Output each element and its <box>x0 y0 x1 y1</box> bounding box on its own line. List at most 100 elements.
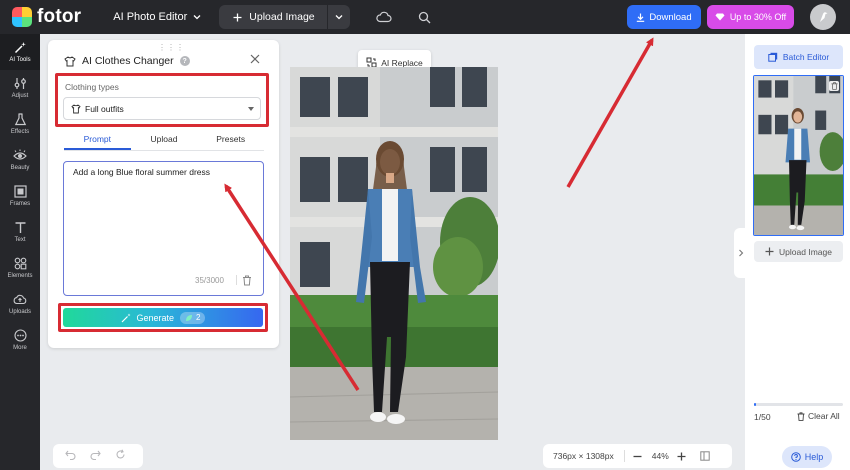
image-thumbnail[interactable] <box>753 75 844 236</box>
clothing-types-label: Clothing types <box>65 82 119 92</box>
rail-item-uploads[interactable]: Uploads <box>0 286 40 322</box>
text-icon <box>15 222 25 233</box>
tab-prompt[interactable]: Prompt <box>64 134 131 150</box>
bird-icon <box>820 12 828 22</box>
clear-all-button[interactable]: Clear All <box>797 411 840 421</box>
rail-item-label: Frames <box>9 201 31 207</box>
leaf-icon <box>186 314 193 321</box>
generate-highlight: Generate 2 <box>58 303 268 332</box>
outfit-icon <box>71 103 81 113</box>
magic-wand-icon <box>14 42 26 54</box>
credit-badge: 2 <box>180 311 206 324</box>
zoom-in-icon[interactable] <box>677 452 686 461</box>
plus-icon <box>233 13 242 21</box>
logo-mark-icon <box>12 7 32 27</box>
download-icon <box>637 13 645 22</box>
drag-handle[interactable]: ⋮⋮⋮ <box>158 43 185 52</box>
rail-item-ai-tools[interactable]: AI Tools <box>0 34 40 70</box>
frame-icon <box>13 185 27 198</box>
arrow-to-download <box>566 37 654 188</box>
chevron-right-icon <box>739 249 744 257</box>
batch-icon <box>768 52 778 62</box>
batch-progress-fill <box>754 403 756 406</box>
batch-progress-bar <box>754 403 843 406</box>
avatar[interactable] <box>810 4 836 30</box>
rail-item-label: Text <box>14 237 26 243</box>
caret-down-icon <box>248 107 254 111</box>
promo-button[interactable]: Up to 30% Off <box>707 5 794 29</box>
rail-item-label: Adjust <box>11 93 29 99</box>
shirt-icon <box>64 55 76 66</box>
generate-label: Generate <box>136 312 175 323</box>
clothing-types-select[interactable]: Full outfits <box>63 97 261 120</box>
zoom-controls: 736px × 1308px 44% <box>543 444 732 468</box>
tab-presets[interactable]: Presets <box>197 134 264 150</box>
rail-item-label: Beauty <box>10 165 30 171</box>
rail-item-effects[interactable]: Effects <box>0 106 40 142</box>
download-label: Download <box>649 11 692 23</box>
rail-item-label: Uploads <box>8 309 31 315</box>
divider <box>623 450 625 462</box>
cloud-icon[interactable] <box>375 11 392 23</box>
editor-menu[interactable]: AI Photo Editor <box>113 11 201 23</box>
ai-clothes-changer-panel: ⋮⋮⋮ AI Clothes Changer ? Clothing types … <box>48 40 279 348</box>
rail-item-text[interactable]: Text <box>0 214 40 250</box>
left-rail: AI Tools Adjust Effects Beauty Frames Te… <box>0 34 40 470</box>
ai-replace-label: AI Replace <box>381 57 423 68</box>
close-icon[interactable] <box>250 54 260 64</box>
eye-icon <box>13 149 27 160</box>
rail-item-beauty[interactable]: Beauty <box>0 142 40 178</box>
canvas-photo[interactable] <box>290 67 498 440</box>
char-count: 35/3000 <box>195 276 224 285</box>
editor-menu-label: AI Photo Editor <box>113 11 188 23</box>
reset-icon[interactable] <box>115 449 126 463</box>
collapse-panel-button[interactable] <box>734 228 748 278</box>
magic-wand-icon <box>121 313 130 322</box>
upload-group: Upload Image <box>219 5 350 29</box>
help-icon <box>790 452 801 462</box>
batch-editor-label: Batch Editor <box>782 52 830 62</box>
upload-dropdown-button[interactable] <box>328 5 350 29</box>
tab-upload[interactable]: Upload <box>131 134 198 150</box>
undo-icon[interactable] <box>65 450 76 463</box>
thumbnail-trash-icon[interactable] <box>829 81 839 91</box>
clothing-types-highlight: Clothing types Full outfits <box>55 73 269 127</box>
help-icon[interactable]: ? <box>179 56 190 66</box>
panel-title: AI Clothes Changer <box>82 55 174 67</box>
prompt-text: Add a long Blue floral summer dress <box>73 167 211 177</box>
upload-image-label: Upload Image <box>249 11 315 23</box>
sliders-icon <box>14 78 26 89</box>
search-icon[interactable] <box>418 11 431 24</box>
upload-image-button[interactable]: Upload Image <box>219 5 328 29</box>
help-button[interactable]: Help <box>782 446 832 468</box>
redo-icon[interactable] <box>90 450 101 463</box>
history-controls <box>53 444 143 468</box>
layout-icon[interactable] <box>700 451 710 461</box>
download-button[interactable]: Download <box>627 5 701 29</box>
zoom-out-icon[interactable] <box>633 452 642 461</box>
panel-header: AI Clothes Changer ? <box>64 55 190 67</box>
batch-editor-button[interactable]: Batch Editor <box>754 45 843 69</box>
upload-image-side-button[interactable]: Upload Image <box>754 241 843 262</box>
help-label: Help <box>804 452 824 462</box>
rail-item-frames[interactable]: Frames <box>0 178 40 214</box>
rail-item-adjust[interactable]: Adjust <box>0 70 40 106</box>
fotor-logo[interactable]: fotor <box>12 6 81 28</box>
rail-item-elements[interactable]: Elements <box>0 250 40 286</box>
rail-item-label: Effects <box>10 129 30 135</box>
trash-icon[interactable] <box>242 275 252 286</box>
rail-item-label: More <box>13 345 27 351</box>
chevron-down-icon <box>335 15 343 20</box>
flask-icon <box>14 113 26 126</box>
canvas-dimensions: 736px × 1308px <box>553 451 614 461</box>
rail-item-label: Elements <box>7 273 33 279</box>
diamond-icon <box>715 13 725 21</box>
image-count: 1/50 <box>754 412 771 422</box>
clothing-types-value: Full outfits <box>85 103 124 114</box>
cloud-upload-icon <box>13 294 27 305</box>
logo-text: fotor <box>37 6 82 27</box>
rail-item-more[interactable]: More <box>0 322 40 358</box>
generate-button[interactable]: Generate 2 <box>63 308 263 327</box>
zoom-value[interactable]: 44% <box>652 451 669 461</box>
prompt-textarea[interactable]: Add a long Blue floral summer dress 35/3… <box>63 161 264 296</box>
